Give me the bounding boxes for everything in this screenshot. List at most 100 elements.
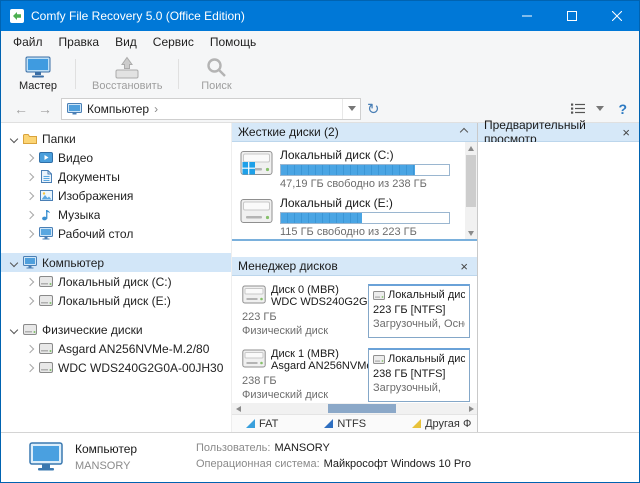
scroll-right-button[interactable] (465, 403, 477, 414)
legend-item-ntfs: NTFS (324, 418, 366, 430)
titlebar: Comfy File Recovery 5.0 (Office Edition) (1, 1, 639, 31)
chevron-down-icon (348, 106, 356, 111)
sidebar-item-label: Рабочий стол (58, 227, 133, 241)
sidebar-item-desktop[interactable]: Рабочий стол (1, 224, 231, 243)
disk-model: WDC WDS240G2G0A (271, 296, 368, 308)
recover-button[interactable]: Восстановить (84, 54, 170, 94)
pictures-icon (37, 190, 55, 201)
drive-icon (240, 196, 274, 226)
os-label: Операционная система: (196, 458, 320, 470)
wizard-button[interactable]: Мастер (9, 54, 67, 94)
disk-size: 238 ГБ (242, 375, 368, 387)
sidebar-item-label: Видео (58, 151, 93, 165)
view-options-dropdown-icon[interactable] (596, 106, 604, 111)
wizard-icon (25, 56, 51, 79)
drive-item-c[interactable]: Локальный диск (C:) 47,19 ГБ свободно из… (232, 142, 477, 190)
back-button[interactable]: ← (9, 101, 33, 117)
triangle-left-icon (236, 406, 241, 412)
menu-edit[interactable]: Правка (51, 32, 108, 52)
sidebar-item-disk-c[interactable]: Локальный диск (C:) (1, 272, 231, 291)
disk-manager-header: Менеджер дисков × (232, 257, 477, 276)
breadcrumb[interactable]: Компьютер (87, 102, 149, 116)
partition-drive-icon (373, 291, 385, 300)
scroll-left-button[interactable] (232, 403, 244, 414)
close-button[interactable] (594, 1, 639, 31)
disk-row-1[interactable]: Диск 1 (MBR) Asgard AN256NVMe 238 ГБ Физ… (232, 348, 477, 402)
view-options-button[interactable] (570, 102, 586, 115)
window-controls (504, 1, 639, 31)
menu-view[interactable]: Вид (107, 32, 145, 52)
folder-icon (21, 133, 39, 144)
refresh-button[interactable]: ↻ (361, 100, 386, 118)
sidebar-item-physical-disk0[interactable]: Asgard AN256NVMe-M.2/80 (1, 339, 231, 358)
vertical-scrollbar[interactable] (465, 142, 477, 239)
search-button[interactable]: Поиск (187, 54, 245, 94)
breadcrumb-separator-icon[interactable]: › (154, 102, 158, 116)
close-icon[interactable]: × (457, 260, 471, 273)
collapse-panel-button[interactable] (457, 129, 471, 135)
menu-file[interactable]: Файл (5, 32, 51, 52)
chevron-down-icon[interactable] (7, 260, 21, 266)
forward-button[interactable]: → (33, 101, 57, 117)
chevron-down-icon[interactable] (7, 327, 21, 333)
legend-label: NTFS (337, 418, 366, 430)
scroll-up-button[interactable] (465, 142, 477, 154)
drive-free-space: 47,19 ГБ свободно из 238 ГБ (280, 178, 450, 190)
maximize-button[interactable] (549, 1, 594, 31)
sidebar-item-label: WDC WDS240G2G0A-00JH30 (58, 361, 223, 375)
capacity-bar (280, 164, 450, 176)
chevron-right-icon[interactable] (23, 212, 37, 218)
chevron-right-icon[interactable] (23, 174, 37, 180)
minimize-button[interactable] (504, 1, 549, 31)
chevron-right-icon[interactable] (23, 155, 37, 161)
scrollbar-thumb[interactable] (466, 155, 476, 207)
menu-service[interactable]: Сервис (145, 32, 202, 52)
partition-box-1[interactable]: Локальный диск ( 238 ГБ [NTFS] Загрузочн… (368, 348, 470, 402)
drive-free-space: 115 ГБ свободно из 223 ГБ (280, 226, 450, 238)
chevron-right-icon[interactable] (23, 231, 37, 237)
drive-item-e[interactable]: Локальный диск (E:) 115 ГБ свободно из 2… (232, 190, 477, 238)
horizontal-scrollbar[interactable] (232, 403, 477, 414)
chevron-right-icon[interactable] (23, 298, 37, 304)
scrollbar-thumb[interactable] (328, 404, 396, 413)
sidebar-item-physical-disks[interactable]: Физические диски (1, 320, 231, 339)
address-dropdown-button[interactable] (342, 99, 360, 119)
toolbar-separator-2 (178, 59, 179, 89)
sidebar-item-label: Компьютер (42, 256, 104, 270)
window-title: Comfy File Recovery 5.0 (Office Edition) (31, 9, 245, 23)
partition-box-0[interactable]: Локальный диск ( 223 ГБ [NTFS] Загрузочн… (368, 284, 470, 338)
addressbar-right-icons: ? (570, 101, 631, 117)
disk-manager-title: Менеджер дисков (238, 259, 338, 273)
sidebar-item-computer[interactable]: Компьютер (1, 253, 231, 272)
drive-name: Локальный диск (E:) (280, 196, 450, 210)
legend-item-fat: FAT (246, 418, 278, 430)
chevron-right-icon[interactable] (23, 279, 37, 285)
statusbar-computer-block: Компьютер MANSORY (75, 442, 190, 472)
sidebar-item-label: Локальный диск (C:) (58, 275, 172, 289)
desktop-icon (37, 227, 55, 240)
scroll-down-button[interactable] (465, 227, 477, 239)
menu-help[interactable]: Помощь (202, 32, 264, 52)
sidebar-item-pictures[interactable]: Изображения (1, 186, 231, 205)
chevron-right-icon[interactable] (23, 365, 37, 371)
toolbar: Мастер Восстановить Поиск (1, 53, 639, 95)
sidebar-item-disk-e[interactable]: Локальный диск (E:) (1, 291, 231, 310)
close-icon (612, 11, 622, 21)
close-icon[interactable]: × (619, 126, 633, 139)
help-button[interactable]: ? (614, 101, 631, 117)
sidebar-item-physical-disk1[interactable]: WDC WDS240G2G0A-00JH30 (1, 358, 231, 377)
chevron-right-icon[interactable] (23, 346, 37, 352)
chevron-right-icon[interactable] (23, 193, 37, 199)
partition-size: 238 ГБ [NTFS] (373, 368, 465, 380)
disk-kind: Физический диск (242, 389, 368, 401)
ntfs-legend-icon (324, 419, 333, 428)
sidebar-item-folders[interactable]: Папки (1, 129, 231, 148)
disk-row-0[interactable]: Диск 0 (MBR) WDC WDS240G2G0A 223 ГБ Физи… (232, 284, 477, 338)
hard-disks-header: Жесткие диски (2) (232, 123, 477, 142)
sidebar-item-video[interactable]: Видео (1, 148, 231, 167)
sidebar-item-documents[interactable]: Документы (1, 167, 231, 186)
address-box[interactable]: Компьютер › (61, 98, 361, 120)
chevron-down-icon[interactable] (7, 136, 21, 142)
sidebar-item-music[interactable]: Музыка (1, 205, 231, 224)
preview-panel: Предварительный просмотр × (477, 123, 639, 432)
